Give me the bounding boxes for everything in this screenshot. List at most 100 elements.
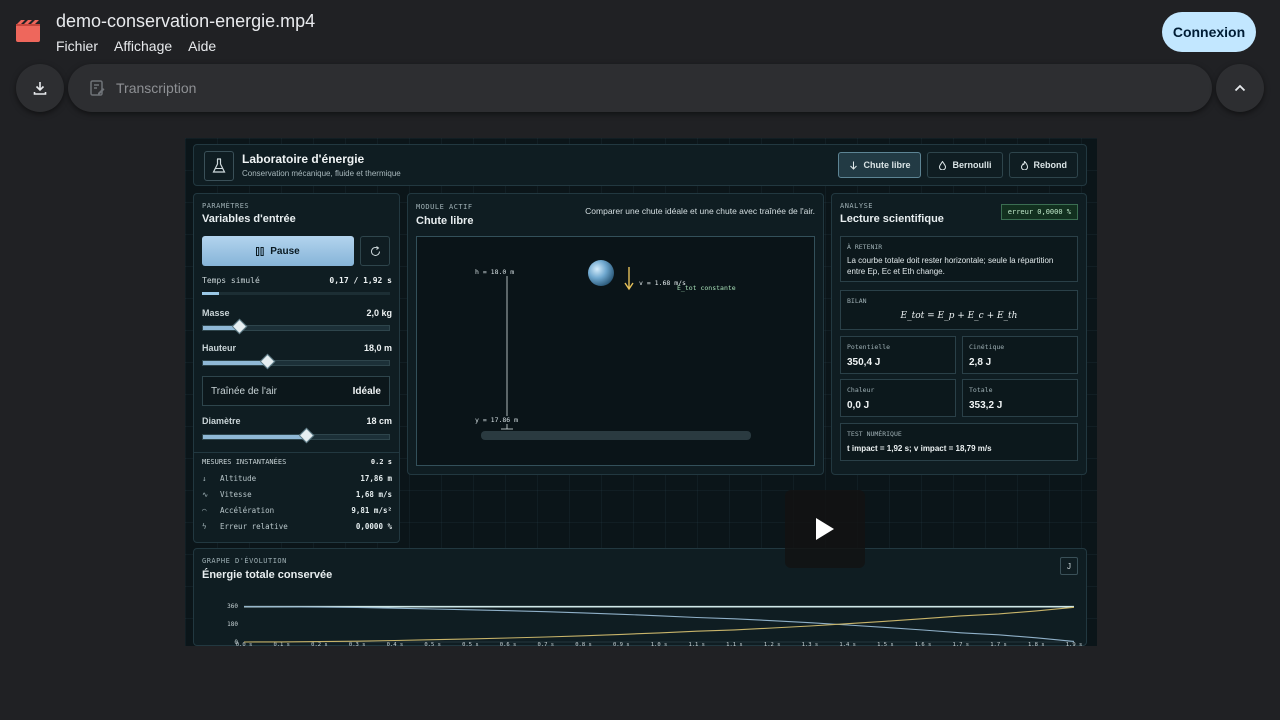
tab-label: Rebond [1033,160,1068,170]
toolbar-row: Transcription [0,64,1280,112]
tab-bernoulli[interactable]: Bernoulli [927,152,1003,178]
height-slider[interactable] [202,353,390,370]
pause-button[interactable]: Pause [202,236,354,266]
transcript-bar[interactable]: Transcription [68,64,1212,112]
tab-chute-libre[interactable]: Chute libre [838,152,922,178]
x-tick-label: 1.4 s [839,642,856,646]
slider-thumb[interactable] [298,427,315,444]
x-tick-label: 1.7 s [990,642,1007,646]
play-button[interactable] [785,490,865,568]
drag-value: Idéale [352,385,381,397]
video-file-icon [16,20,40,42]
test-value: t impact = 1,92 s; v impact = 18,79 m/s [847,444,992,453]
flask-icon [204,151,234,181]
x-tick-label: 1.6 s [915,642,932,646]
card-label: Potentielle [847,343,891,351]
arrow-down-icon [850,161,858,170]
flame-icon [1020,160,1028,170]
menu-affichage[interactable]: Affichage [114,38,172,54]
mass-slider[interactable] [202,318,390,335]
menu-aide[interactable]: Aide [188,38,216,54]
retain-text: La courbe totale doit rester horizontale… [847,256,1054,276]
x-tick-label: 0.0 s [236,642,253,646]
energy-label: E_tot constante [677,284,736,292]
measure-label: Accélération [220,506,275,515]
height-label: h = 18.0 m [475,268,515,276]
chevron-up-icon [1234,84,1246,92]
test-card: TEST NUMÉRIQUE t impact = 1,92 s; v impa… [840,423,1078,461]
login-button[interactable]: Connexion [1162,12,1256,52]
measure-row: ϟ Erreur relative 0,0000 % [202,522,392,531]
error-badge: erreur 0,0000 % [1000,204,1078,220]
tab-label: Bernoulli [952,160,992,170]
slider-thumb[interactable] [259,353,276,370]
drag-label: Traînée de l'air [211,385,278,397]
menu-fichier[interactable]: Fichier [56,38,98,54]
drag-select[interactable]: Traînée de l'air Idéale [202,376,390,406]
bolt-icon: ϟ [202,522,207,531]
module-title: Chute libre [416,215,474,227]
y-tick-label: 180 [227,621,238,628]
energy-card: Cinétique 2,8 J [962,336,1078,374]
energy-chart: 36018000.0 s 0.1 s 0.2 s 0.3 s 0.4 s 0.5 s 0.5… [227,603,1083,646]
series-line-2 [243,606,1075,643]
series-line-1 [243,606,1075,642]
params-panel: PARAMÈTRES Variables d'entrée Pause Temp… [193,193,400,543]
falling-ball [588,260,614,286]
card-value: 2,8 J [969,357,992,368]
measure-value: 0,0000 % [355,522,392,531]
x-tick-label: 1.0 s [651,642,668,646]
gauge-icon: ◠ [202,506,207,515]
time-row: Temps simulé 0,17 / 1,92 s [202,276,392,285]
retain-label: À RETENIR [847,243,883,251]
measure-value: 17,86 m [360,474,392,483]
mass-label: Masse [202,308,230,318]
viewer-top-bar: demo-conservation-energie.mp4 Fichier Af… [0,0,1280,64]
diameter-slider[interactable] [202,427,390,444]
module-description: Comparer une chute idéale et une chute a… [585,206,815,216]
diameter-row: Diamètre 18 cm [202,416,392,426]
menu-bar: Fichier Affichage Aide [56,38,216,54]
x-tick-label: 1.3 s [802,642,819,646]
video-player[interactable]: Laboratoire d'énergie Conservation mécan… [185,138,1097,646]
energy-card: Potentielle 350,4 J [840,336,956,374]
diameter-value: 18 cm [366,416,392,426]
measures-title: MESURES INSTANTANÉES [202,458,287,466]
x-tick-label: 1.1 s [726,642,743,646]
height-value: 18,0 m [363,343,392,353]
card-label: Chaleur [847,386,875,394]
transcript-icon [90,80,105,96]
evolution-graph-panel: GRAPHE D'ÉVOLUTION Énergie totale conser… [193,548,1087,646]
tab-rebond[interactable]: Rebond [1008,152,1078,178]
lab-header: Laboratoire d'énergie Conservation mécan… [193,144,1087,186]
measure-value: 9,81 m/s² [351,506,392,515]
refresh-icon [370,245,380,256]
arrow-down-icon: ↓ [202,474,207,483]
slider-thumb[interactable] [231,318,248,335]
x-tick-label: 0.8 s [575,642,592,646]
simulation-canvas: h = 18.0 m y = 17.86 m v = 1.68 m/s E_to… [416,236,815,466]
x-tick-label: 1.8 s [1028,642,1045,646]
x-tick-label: 0.6 s [500,642,517,646]
measure-row: ◠ Accélération 9,81 m/s² [202,506,392,515]
transcript-label: Transcription [116,80,197,96]
measure-row: ↓ Altitude 17,86 m [202,474,392,483]
x-tick-label: 1.9 s [1066,642,1083,646]
diameter-label: Diamètre [202,416,241,426]
measure-row: ∿ Vitesse 1,68 m/s [202,490,392,499]
module-eyebrow: MODULE ACTIF [416,203,473,211]
x-tick-label: 1.2 s [764,642,781,646]
active-module-panel: MODULE ACTIF Chute libre Comparer une ch… [407,193,824,475]
reset-button[interactable] [360,236,390,266]
y-tick-label: 360 [227,603,238,610]
pause-label: Pause [270,245,300,257]
x-tick-label: 0.9 s [613,642,630,646]
retain-card: À RETENIR La courbe totale doit rester h… [840,236,1078,282]
measure-value: 1,68 m/s [355,490,392,499]
download-button[interactable] [16,64,64,112]
collapse-button[interactable] [1216,64,1264,112]
lab-subtitle: Conservation mécanique, fluide et thermi… [242,169,401,178]
analysis-panel: ANALYSE Lecture scientifique erreur 0,00… [831,193,1087,475]
x-tick-label: 0.5 s [462,642,479,646]
play-icon [816,518,834,540]
